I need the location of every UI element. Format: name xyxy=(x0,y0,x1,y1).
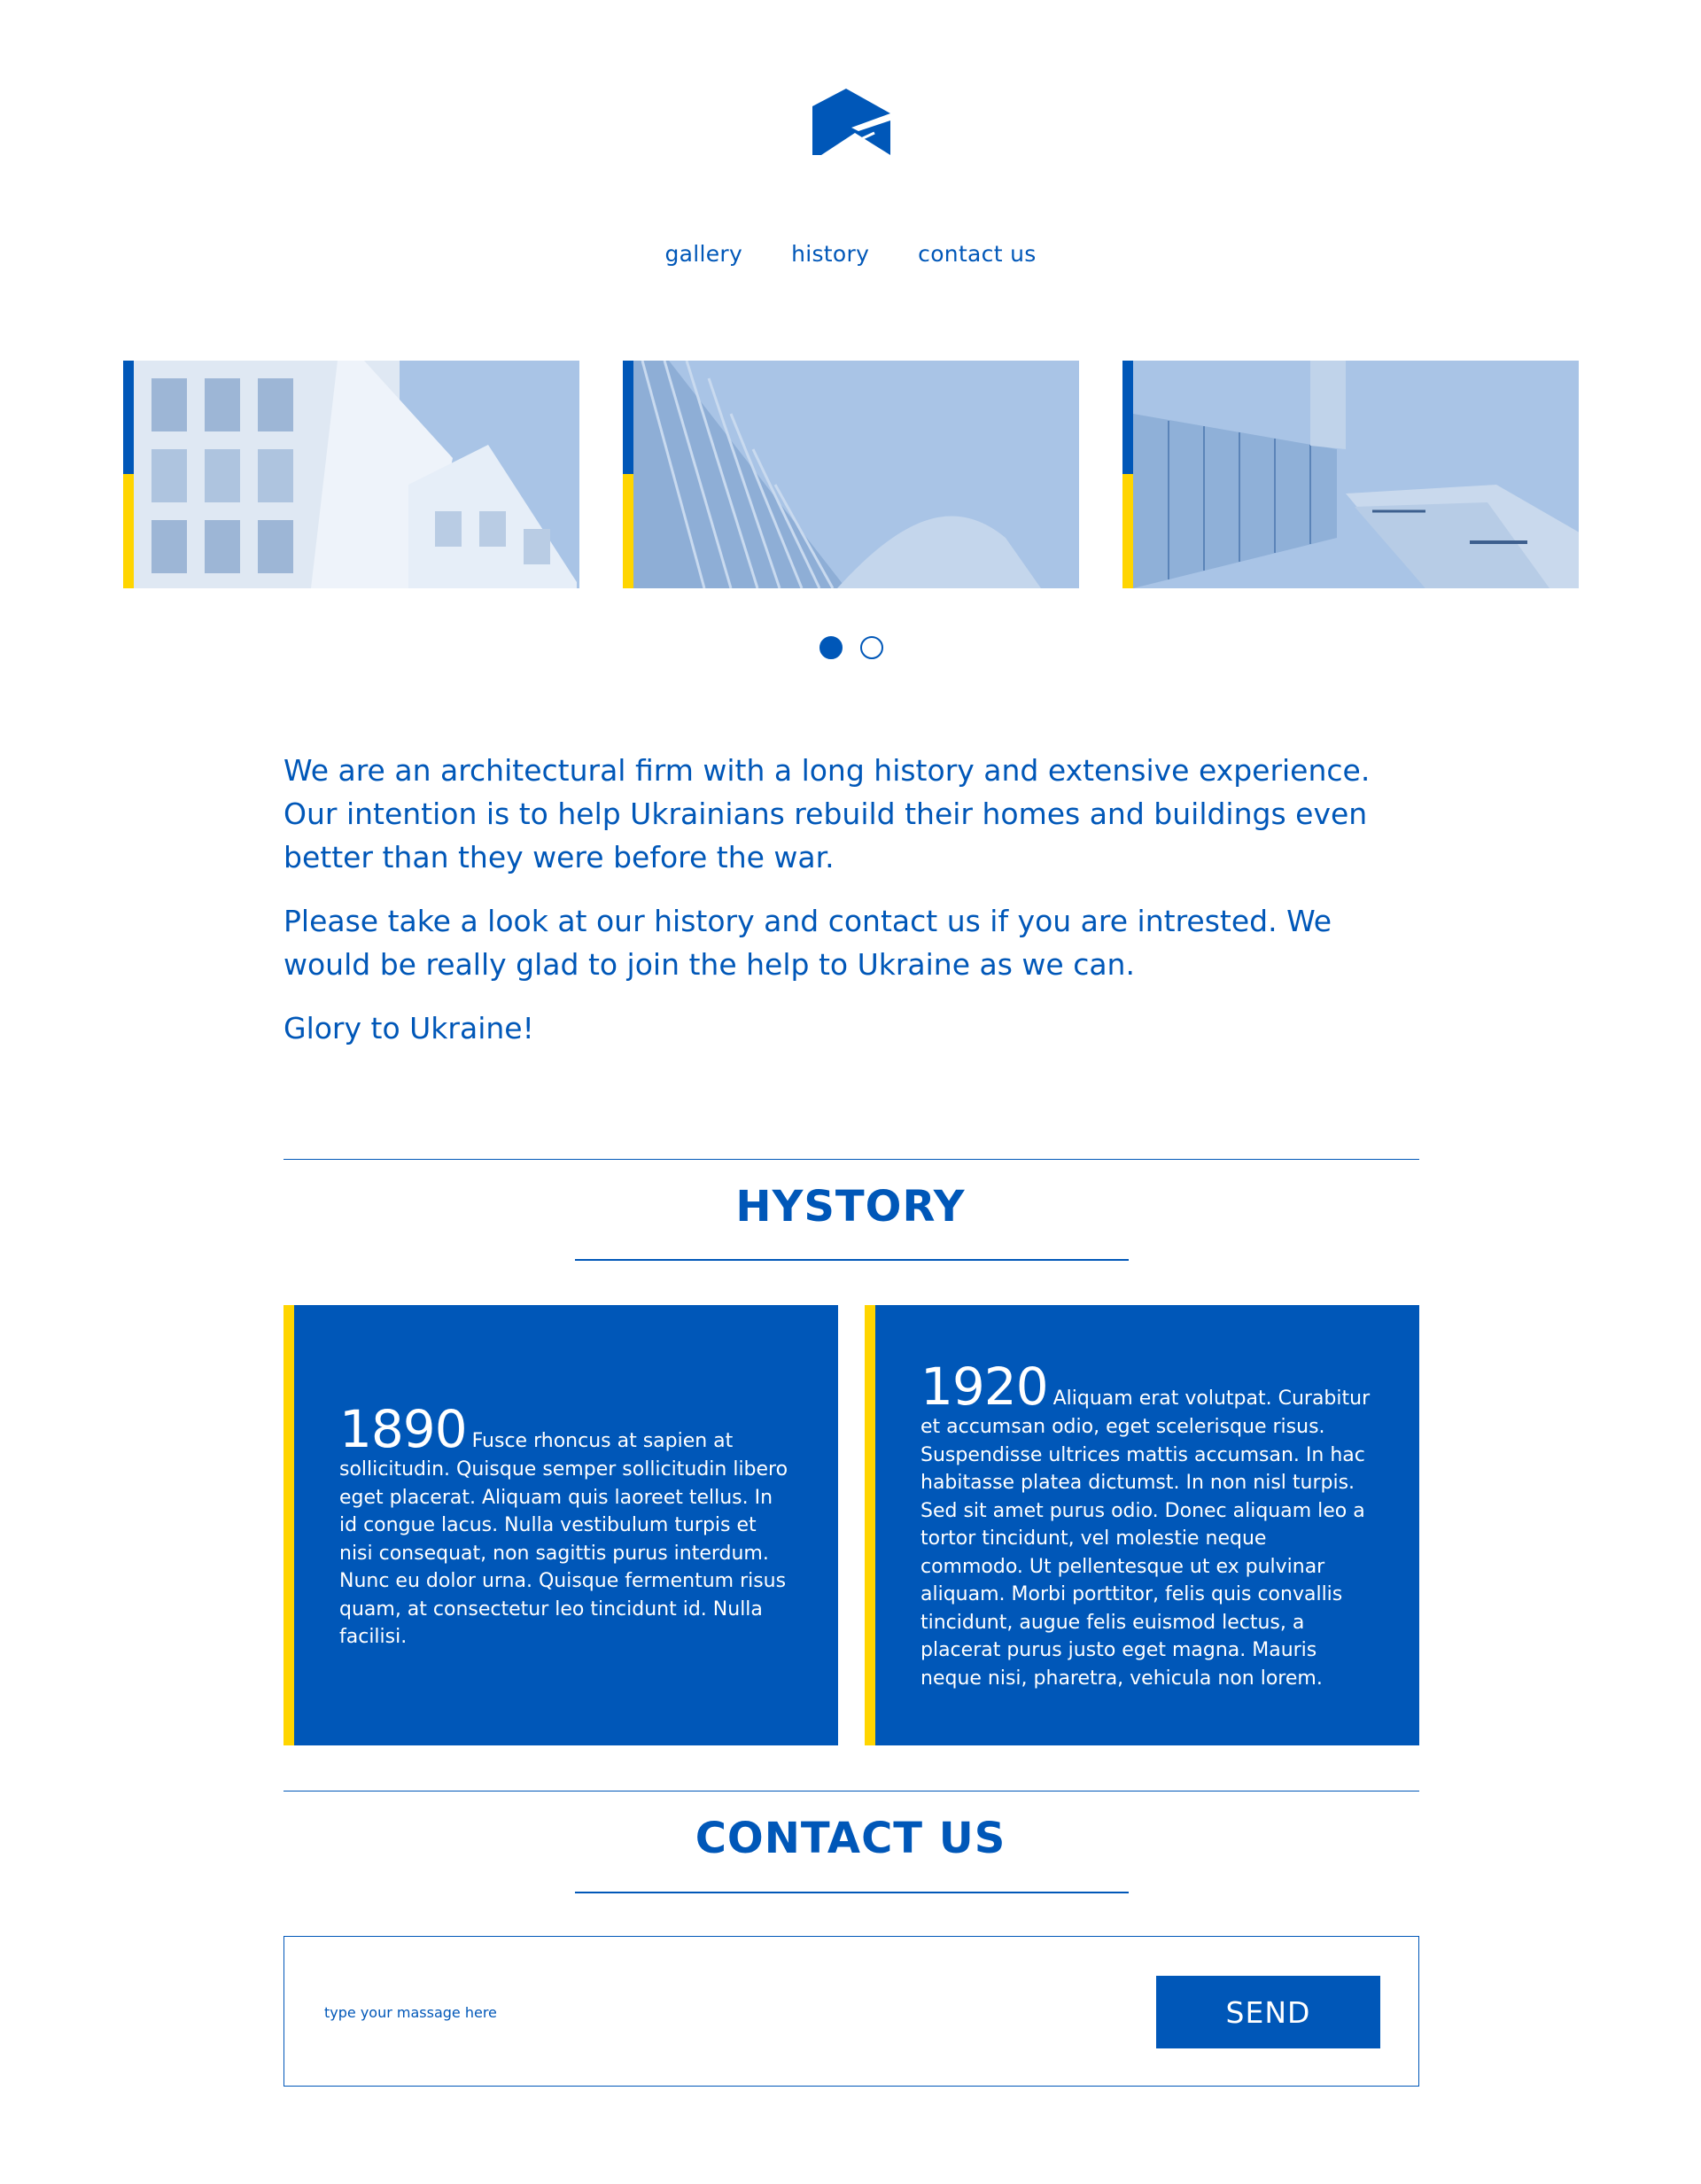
intro-text: We are an architectural firm with a long… xyxy=(284,749,1426,1070)
section-divider xyxy=(284,1791,1419,1792)
intro-slogan: Glory to Ukraine! xyxy=(284,1011,534,1045)
gallery-slide-glass-tower[interactable] xyxy=(1122,361,1579,588)
card-accent-stripe xyxy=(865,1305,875,1745)
history-year: 1890 xyxy=(339,1399,468,1459)
card-accent-stripe xyxy=(284,1305,294,1745)
title-underline xyxy=(575,1892,1129,1893)
house-roof-logo-icon[interactable] xyxy=(812,89,890,155)
building-facade-image xyxy=(134,361,579,588)
intro-paragraph: Please take a look at our history and co… xyxy=(284,904,1332,982)
accent-bar-yellow xyxy=(123,474,134,588)
history-description: Fusce rhoncus at sapien at sollicitudin.… xyxy=(339,1430,788,1648)
message-input[interactable] xyxy=(324,1990,1033,2034)
history-title: HYSTORY xyxy=(735,1182,966,1232)
carousel-dot-1[interactable] xyxy=(819,636,843,659)
gallery-slide-curved-glass[interactable] xyxy=(623,361,1079,588)
accent-bar-blue xyxy=(1122,361,1133,474)
main-nav: gallery history contact us xyxy=(0,241,1701,267)
history-card-1920: 1920 Aliquam erat volutpat. Curabitur et … xyxy=(865,1305,1419,1745)
glass-tower-image xyxy=(1133,361,1579,588)
gallery-carousel xyxy=(123,361,1579,588)
history-card-text: 1890 Fusce rhoncus at sapien at sollicitu… xyxy=(339,1403,794,1652)
history-year: 1920 xyxy=(920,1356,1049,1417)
title-underline xyxy=(575,1259,1129,1261)
carousel-dot-2[interactable] xyxy=(860,636,883,659)
accent-bar-blue xyxy=(123,361,134,474)
contact-form: SEND xyxy=(284,1936,1419,2087)
history-card-1890: 1890 Fusce rhoncus at sapien at sollicitu… xyxy=(284,1305,838,1745)
history-card-text: 1920 Aliquam erat volutpat. Curabitur et … xyxy=(920,1360,1375,1692)
accent-bar-blue xyxy=(623,361,633,474)
accent-bar-yellow xyxy=(623,474,633,588)
intro-paragraph: We are an architectural firm with a long… xyxy=(284,753,1371,874)
history-description: Aliquam erat volutpat. Curabitur et accu… xyxy=(920,1387,1371,1690)
section-divider xyxy=(284,1159,1419,1160)
accent-bar-yellow xyxy=(1122,474,1133,588)
contact-title: CONTACT US xyxy=(695,1814,1006,1863)
carousel-pagination xyxy=(819,636,883,659)
nav-link-contact-us[interactable]: contact us xyxy=(918,241,1036,267)
curved-glass-building-image xyxy=(633,361,1079,588)
nav-link-history[interactable]: history xyxy=(791,241,869,267)
gallery-slide-building-facade[interactable] xyxy=(123,361,579,588)
send-button[interactable]: SEND xyxy=(1156,1976,1380,2048)
nav-link-gallery[interactable]: gallery xyxy=(664,241,742,267)
